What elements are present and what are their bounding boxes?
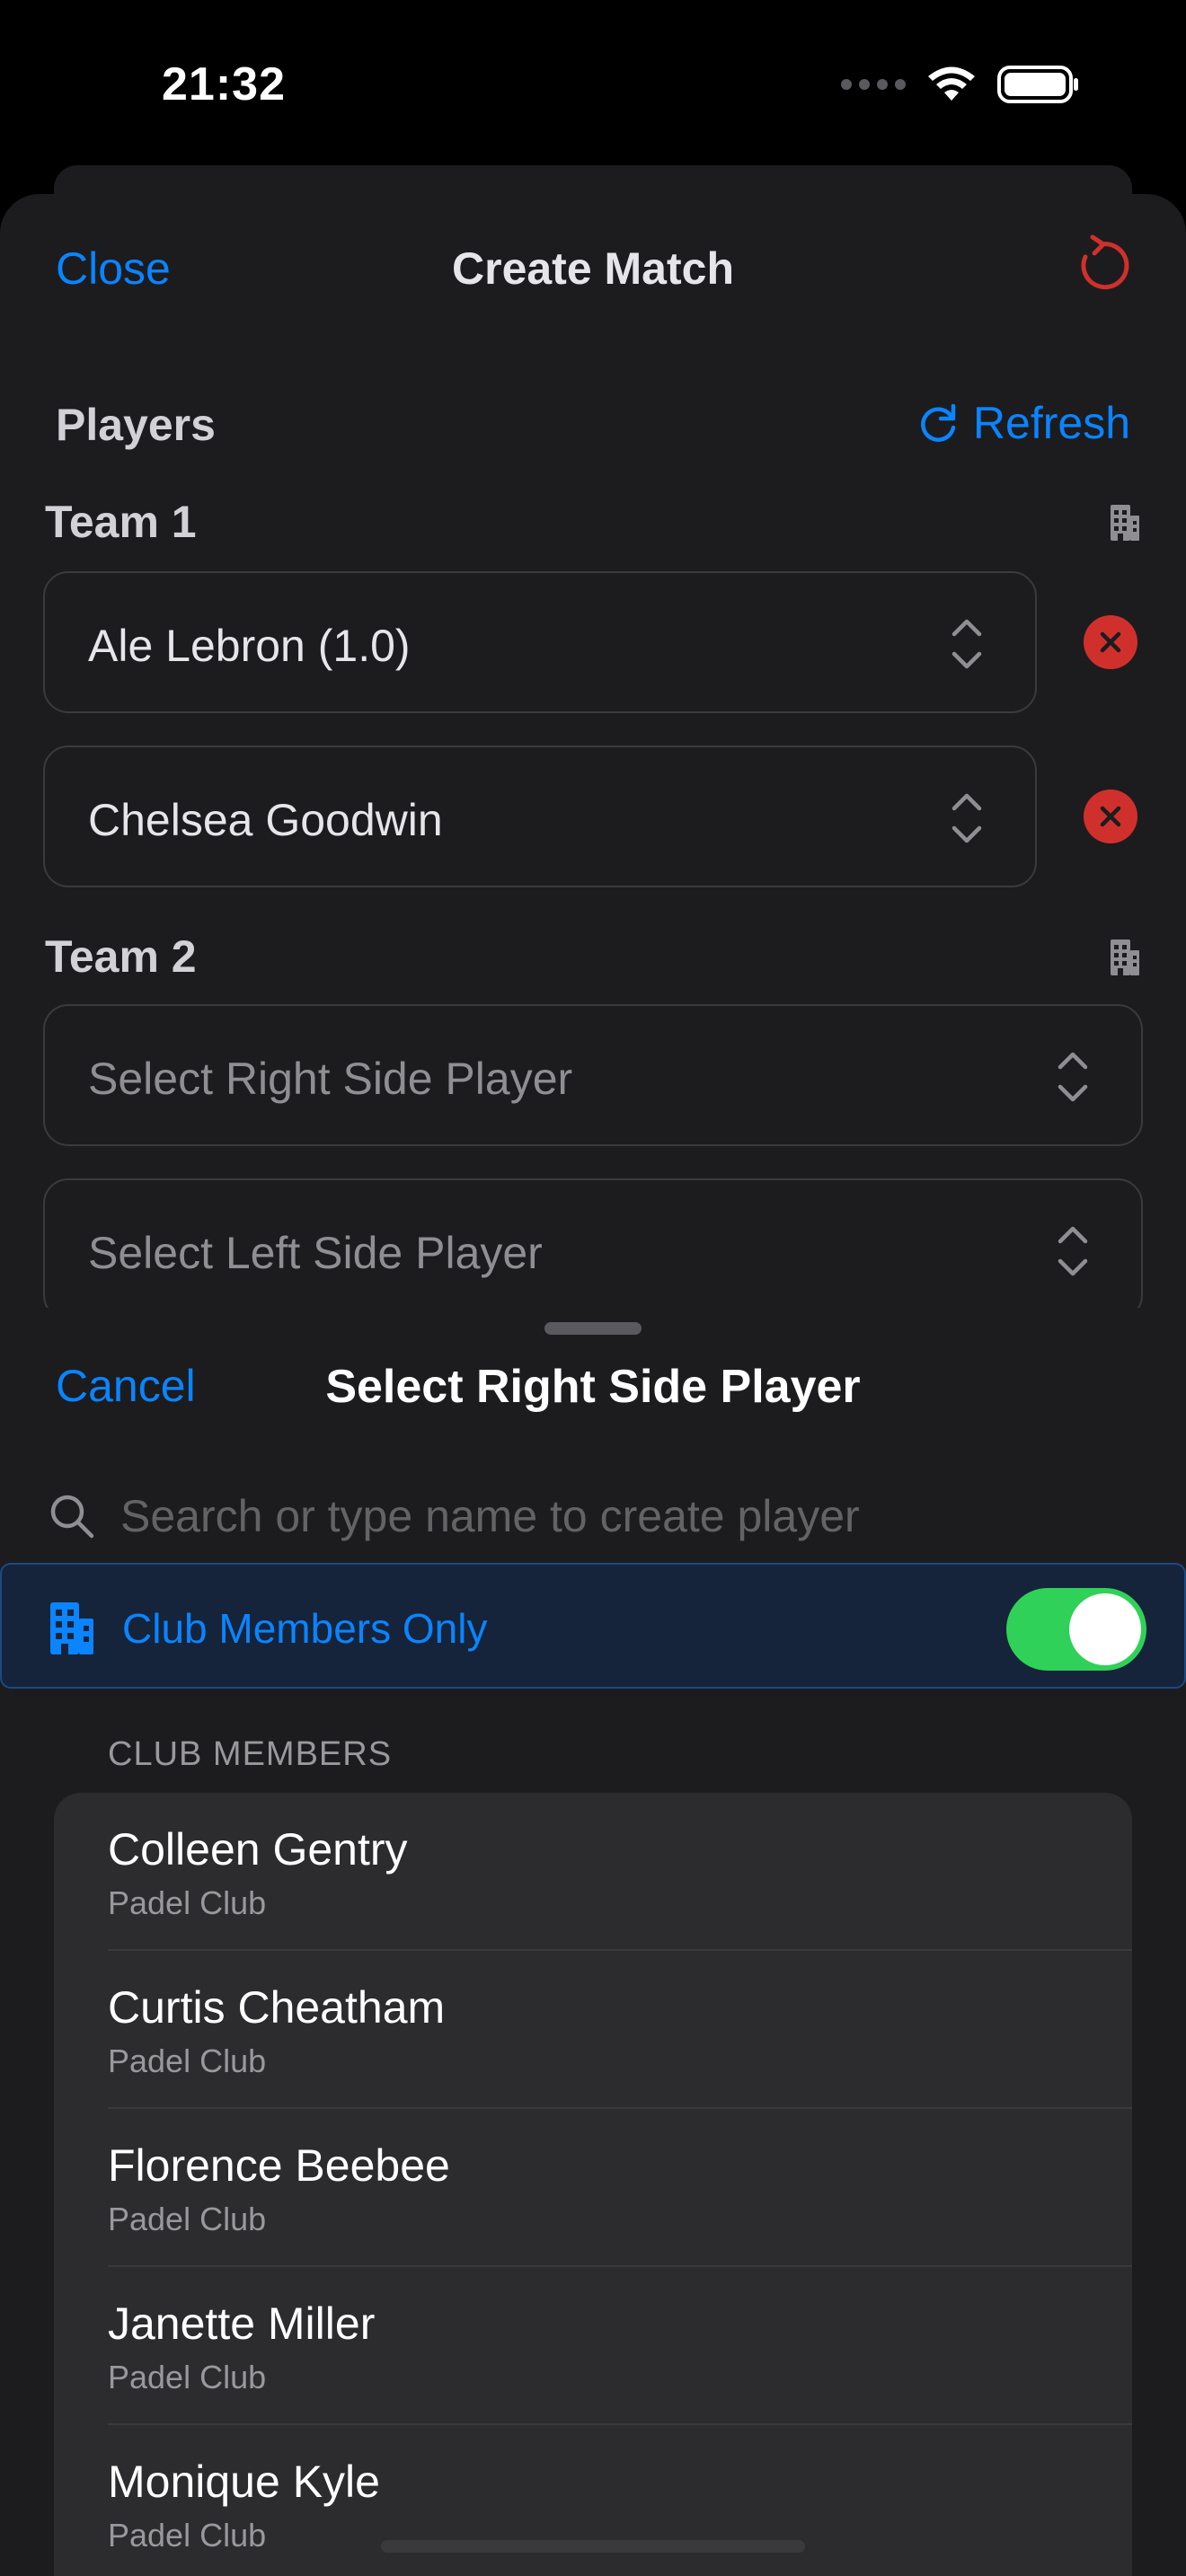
building-icon[interactable] — [1109, 938, 1141, 977]
team1-player2-picker[interactable]: Chelsea Goodwin — [43, 745, 1037, 887]
member-club: Padel Club — [108, 2201, 267, 2237]
page-title: Create Match — [452, 243, 734, 294]
refresh-icon — [921, 403, 956, 442]
building-icon[interactable] — [1109, 503, 1141, 543]
status-time: 21:32 — [162, 58, 286, 110]
list-item[interactable]: Janette Miller Padel Club — [54, 2267, 1132, 2425]
refresh-label: Refresh — [972, 398, 1130, 448]
reset-icon[interactable] — [1069, 234, 1134, 298]
list-item[interactable]: Colleen Gentry Padel Club — [54, 1793, 1132, 1951]
picker-value: Ale Lebron (1.0) — [88, 621, 411, 671]
member-name: Colleen Gentry — [108, 1824, 408, 1875]
search-bar — [49, 1480, 1145, 1552]
picker-value: Chelsea Goodwin — [88, 795, 443, 845]
players-header: Players — [56, 400, 216, 450]
member-club: Padel Club — [108, 1884, 267, 1921]
club-members-only-label: Club Members Only — [122, 1605, 488, 1652]
member-name: Curtis Cheatham — [108, 1982, 446, 2033]
remove-icon — [1100, 806, 1121, 827]
chevron-up-down-icon — [951, 793, 982, 843]
cellular-signal-icon — [841, 79, 906, 90]
list-item[interactable]: Monique Kyle Padel Club — [54, 2425, 1132, 2576]
status-icons — [841, 65, 1080, 104]
home-indicator[interactable] — [381, 2540, 805, 2553]
toggle-knob — [1069, 1593, 1141, 1665]
team1-player1-picker[interactable]: Ale Lebron (1.0) — [43, 571, 1037, 713]
refresh-button[interactable]: Refresh — [916, 397, 1130, 449]
sheet-title: Select Right Side Player — [325, 1361, 861, 1413]
team2-left-player-picker[interactable]: Select Left Side Player — [43, 1178, 1143, 1320]
member-name: Janette Miller — [108, 2298, 376, 2349]
list-item[interactable]: Curtis Cheatham Padel Club — [54, 1951, 1132, 2109]
club-members-only-row[interactable]: Club Members Only — [0, 1563, 1186, 1689]
list-item[interactable]: Florence Beebee Padel Club — [54, 2109, 1132, 2267]
remove-icon — [1100, 631, 1121, 653]
member-club: Padel Club — [108, 2359, 267, 2395]
team2-right-player-picker[interactable]: Select Right Side Player — [43, 1004, 1143, 1146]
wifi-icon — [928, 66, 975, 101]
chevron-up-down-icon — [951, 619, 982, 669]
chevron-up-down-icon — [1058, 1226, 1088, 1276]
select-player-sheet: Cancel Select Right Side Player Club Mem… — [0, 1308, 1186, 2576]
picker-placeholder: Select Left Side Player — [88, 1228, 543, 1278]
remove-player-button[interactable] — [1084, 615, 1137, 669]
team1-label: Team 1 — [45, 497, 197, 547]
search-icon — [50, 1495, 94, 1539]
club-members-list: Colleen Gentry Padel Club Curtis Cheatha… — [54, 1793, 1132, 2576]
sheet-grabber[interactable] — [544, 1322, 642, 1335]
member-club: Padel Club — [108, 2042, 267, 2079]
status-bar: 21:32 — [0, 0, 1186, 171]
battery-icon — [997, 66, 1078, 103]
create-match-sheet: Close Create Match Players Refresh Team … — [0, 194, 1186, 1362]
team2-label: Team 2 — [45, 931, 197, 982]
remove-player-button[interactable] — [1084, 790, 1137, 843]
building-icon — [50, 1602, 93, 1654]
picker-placeholder: Select Right Side Player — [88, 1054, 573, 1104]
club-members-only-toggle[interactable] — [1006, 1588, 1146, 1671]
member-name: Monique Kyle — [108, 2457, 380, 2507]
member-name: Florence Beebee — [108, 2140, 450, 2191]
member-club: Padel Club — [108, 2517, 267, 2554]
section-header: CLUB MEMBERS — [108, 1735, 393, 1773]
search-input[interactable] — [120, 1490, 1145, 1542]
chevron-up-down-icon — [1058, 1052, 1088, 1102]
